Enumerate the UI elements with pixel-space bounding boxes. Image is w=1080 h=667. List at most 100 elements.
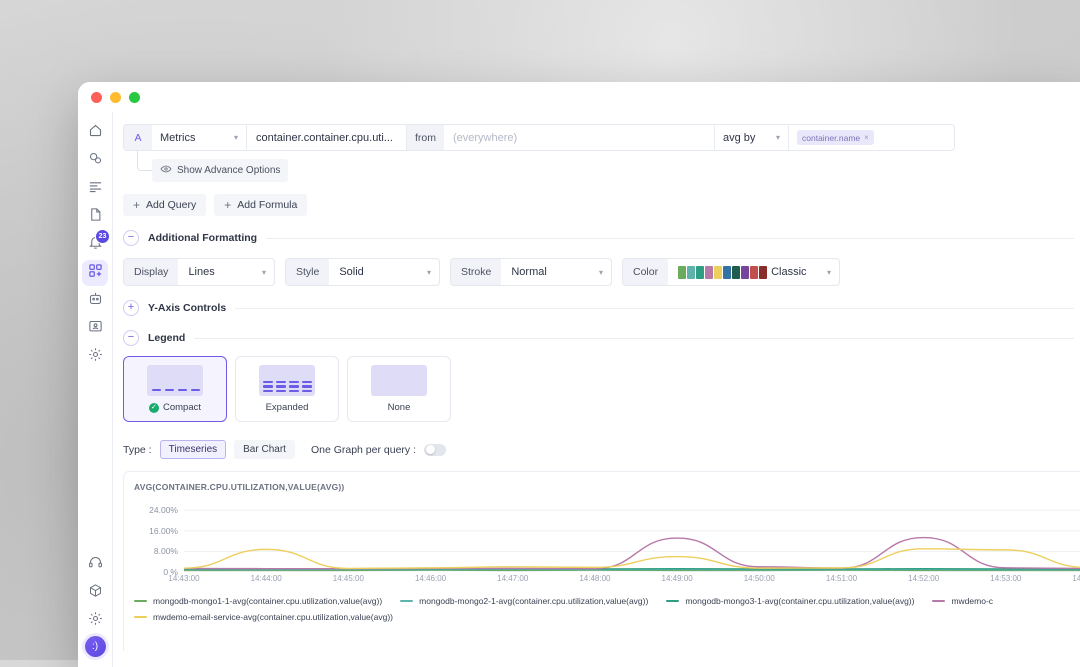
- one-graph-label: One Graph per query :: [311, 444, 416, 456]
- legend-option-expanded[interactable]: Expanded: [235, 356, 339, 422]
- expand-icon[interactable]: +: [123, 300, 139, 316]
- user-monitor-icon: [88, 319, 103, 339]
- query-row: A Metrics ▾ container.container.cpu.uti.…: [123, 124, 955, 151]
- display-control[interactable]: Display Lines ▾: [123, 258, 275, 286]
- legend-option-compact[interactable]: ✓ Compact: [123, 356, 227, 422]
- sidebar-item-reports[interactable]: [82, 204, 108, 230]
- color-swatch-2: [696, 266, 704, 279]
- avatar[interactable]: :): [85, 636, 106, 657]
- legend-item-label: mwdemo-email-service-avg(container.cpu.u…: [153, 610, 393, 624]
- sidebar-item-dashboards[interactable]: [82, 260, 108, 286]
- eye-icon: [160, 163, 172, 178]
- style-select[interactable]: Solid ▾: [329, 259, 439, 285]
- sidebar-item-support[interactable]: [82, 552, 108, 578]
- alerts-count-badge: 23: [95, 229, 110, 244]
- plot-canvas: [184, 500, 1080, 572]
- style-control[interactable]: Style Solid ▾: [285, 258, 440, 286]
- add-formula-button[interactable]: + Add Formula: [214, 194, 307, 216]
- y-axis-labels: 24.00%16.00%8.00%0 %: [134, 500, 182, 572]
- x-axis-labels: 14:43:0014:44:0014:45:0014:46:0014:47:00…: [184, 572, 1080, 586]
- collapse-icon[interactable]: −: [123, 330, 139, 346]
- scope-input[interactable]: (everywhere): [444, 125, 714, 150]
- display-value: Lines: [188, 266, 214, 278]
- color-label: Color: [623, 259, 668, 285]
- from-label: from: [407, 125, 444, 150]
- query-letter: A: [124, 125, 152, 150]
- remove-tag-icon[interactable]: ×: [864, 133, 869, 142]
- color-swatch-5: [723, 266, 731, 279]
- dashboard-add-icon: [88, 263, 103, 283]
- color-swatch-8: [750, 266, 758, 279]
- minimize-icon[interactable]: [110, 92, 121, 103]
- display-label: Display: [124, 259, 178, 285]
- legend-options: ✓ Compact Expanded: [123, 356, 1080, 422]
- chart-panel: AVG(CONTAINER.CPU.UTILIZATION,VALUE(AVG)…: [123, 471, 1080, 651]
- add-query-button[interactable]: + Add Query: [123, 194, 206, 216]
- window-titlebar: [78, 82, 1080, 112]
- advance-options-wrap: Show Advance Options: [123, 152, 1080, 182]
- app-window: 23: [78, 82, 1080, 667]
- stroke-select[interactable]: Normal ▾: [501, 259, 611, 285]
- group-by-tag[interactable]: container.name ×: [797, 130, 874, 145]
- legend-thumb-compact: [147, 365, 203, 396]
- chart-title: AVG(CONTAINER.CPU.UTILIZATION,VALUE(AVG)…: [134, 482, 1080, 492]
- main-content: A Metrics ▾ container.container.cpu.uti.…: [113, 112, 1080, 667]
- section-label: Y-Axis Controls: [148, 302, 226, 314]
- type-option-bar-chart[interactable]: Bar Chart: [234, 440, 295, 459]
- legend-color-swatch: [932, 600, 945, 602]
- chart-legend-item[interactable]: mongodb-mongo1-1-avg(container.cpu.utili…: [134, 594, 382, 608]
- sidebar-item-infrastructure[interactable]: [82, 148, 108, 174]
- sidebar-item-settings[interactable]: [82, 344, 108, 370]
- divider: [194, 338, 1074, 339]
- elbow-connector: [137, 150, 152, 171]
- close-icon[interactable]: [91, 92, 102, 103]
- chart-legend-item[interactable]: mongodb-mongo3-1-avg(container.cpu.utili…: [666, 594, 914, 608]
- sidebar-item-synthetics[interactable]: [82, 288, 108, 314]
- color-control[interactable]: Color Classic ▾: [622, 258, 840, 286]
- sidebar-item-rum[interactable]: [82, 316, 108, 342]
- y-tick-label: 16.00%: [149, 526, 178, 536]
- legend-option-caption: Expanded: [266, 402, 309, 413]
- sidebar-item-home[interactable]: [82, 120, 108, 146]
- color-swatch-0: [678, 266, 686, 279]
- section-legend[interactable]: − Legend: [123, 330, 1080, 346]
- aggregation-select[interactable]: avg by ▾: [714, 125, 789, 150]
- stroke-control[interactable]: Stroke Normal ▾: [450, 258, 612, 286]
- color-select[interactable]: Classic ▾: [668, 259, 839, 285]
- sidebar-item-logs[interactable]: [82, 176, 108, 202]
- one-graph-toggle[interactable]: [424, 444, 446, 456]
- x-tick-label: 14:47:00: [497, 574, 528, 583]
- chart-legend-item[interactable]: mwdemo-email-service-avg(container.cpu.u…: [134, 610, 393, 624]
- legend-color-swatch: [134, 600, 147, 602]
- group-by-tags: container.name ×: [789, 125, 954, 150]
- type-option-timeseries[interactable]: Timeseries: [160, 440, 227, 459]
- x-tick-label: 14:49:00: [662, 574, 693, 583]
- chart-legend-item[interactable]: mongodb-mongo2-1-avg(container.cpu.utili…: [400, 594, 648, 608]
- query-source-value: Metrics: [160, 132, 195, 144]
- color-swatch-4: [714, 266, 722, 279]
- section-y-axis-controls[interactable]: + Y-Axis Controls: [123, 300, 1080, 316]
- chart-legend-item[interactable]: mwdemo-c: [932, 594, 993, 608]
- plot-area: 24.00%16.00%8.00%0 %: [134, 500, 1080, 572]
- chevron-down-icon: ▾: [827, 268, 831, 277]
- sidebar-item-integrations[interactable]: [82, 580, 108, 606]
- legend-item-label: mongodb-mongo2-1-avg(container.cpu.utili…: [419, 594, 648, 608]
- x-tick-label: 14:43:00: [168, 574, 199, 583]
- legend-option-label: Expanded: [266, 402, 309, 413]
- section-label: Additional Formatting: [148, 232, 257, 244]
- x-tick-label: 14:54:00: [1072, 574, 1080, 583]
- collapse-icon[interactable]: −: [123, 230, 139, 246]
- metric-input[interactable]: container.container.cpu.uti...: [247, 125, 407, 150]
- show-advance-options-button[interactable]: Show Advance Options: [152, 159, 288, 182]
- display-select[interactable]: Lines ▾: [178, 259, 274, 285]
- group-by-tag-label: container.name: [802, 133, 860, 143]
- gear-icon: [88, 611, 103, 631]
- section-additional-formatting[interactable]: − Additional Formatting: [123, 230, 1080, 246]
- query-source-select[interactable]: Metrics ▾: [152, 125, 247, 150]
- sidebar-item-alerts[interactable]: 23: [82, 232, 108, 258]
- legend-color-swatch: [400, 600, 413, 602]
- legend-option-none[interactable]: None: [347, 356, 451, 422]
- maximize-icon[interactable]: [129, 92, 140, 103]
- sidebar-item-preferences[interactable]: [82, 608, 108, 634]
- legend-option-label: Compact: [163, 402, 201, 413]
